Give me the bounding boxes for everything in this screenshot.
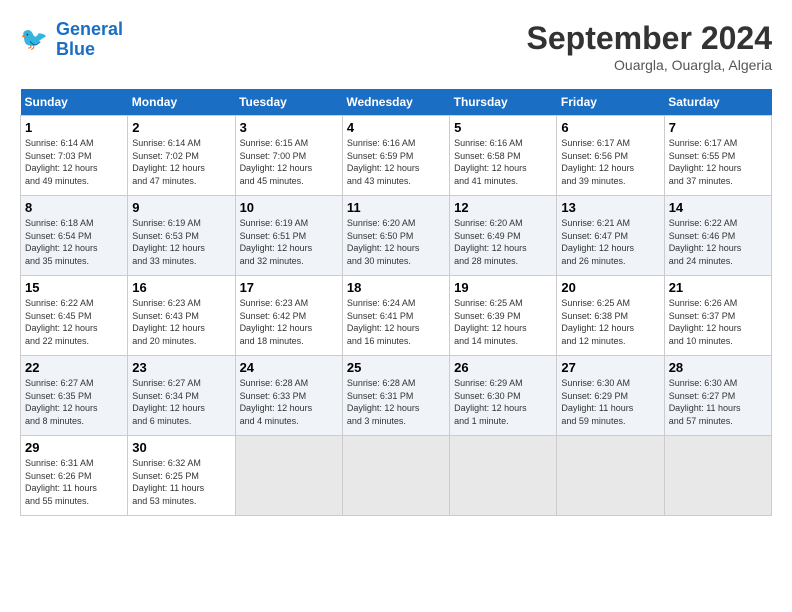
- location: Ouargla, Ouargla, Algeria: [527, 57, 772, 73]
- logo-text: General Blue: [56, 20, 123, 60]
- calendar-header-row: Sunday Monday Tuesday Wednesday Thursday…: [21, 89, 772, 116]
- calendar-week: 29Sunrise: 6:31 AMSunset: 6:26 PMDayligh…: [21, 436, 772, 516]
- calendar-week: 15Sunrise: 6:22 AMSunset: 6:45 PMDayligh…: [21, 276, 772, 356]
- col-monday: Monday: [128, 89, 235, 116]
- title-block: September 2024 Ouargla, Ouargla, Algeria: [527, 20, 772, 73]
- calendar-table: Sunday Monday Tuesday Wednesday Thursday…: [20, 89, 772, 516]
- month-title: September 2024: [527, 20, 772, 57]
- col-sunday: Sunday: [21, 89, 128, 116]
- logo: 🐦 General Blue: [20, 20, 123, 60]
- col-thursday: Thursday: [450, 89, 557, 116]
- calendar-week: 8Sunrise: 6:18 AMSunset: 6:54 PMDaylight…: [21, 196, 772, 276]
- col-tuesday: Tuesday: [235, 89, 342, 116]
- page-header: 🐦 General Blue September 2024 Ouargla, O…: [20, 20, 772, 73]
- calendar-week: 1Sunrise: 6:14 AMSunset: 7:03 PMDaylight…: [21, 116, 772, 196]
- calendar-week: 22Sunrise: 6:27 AMSunset: 6:35 PMDayligh…: [21, 356, 772, 436]
- col-wednesday: Wednesday: [342, 89, 449, 116]
- col-saturday: Saturday: [664, 89, 771, 116]
- col-friday: Friday: [557, 89, 664, 116]
- logo-icon: 🐦: [20, 24, 52, 56]
- svg-text:🐦: 🐦: [20, 26, 48, 51]
